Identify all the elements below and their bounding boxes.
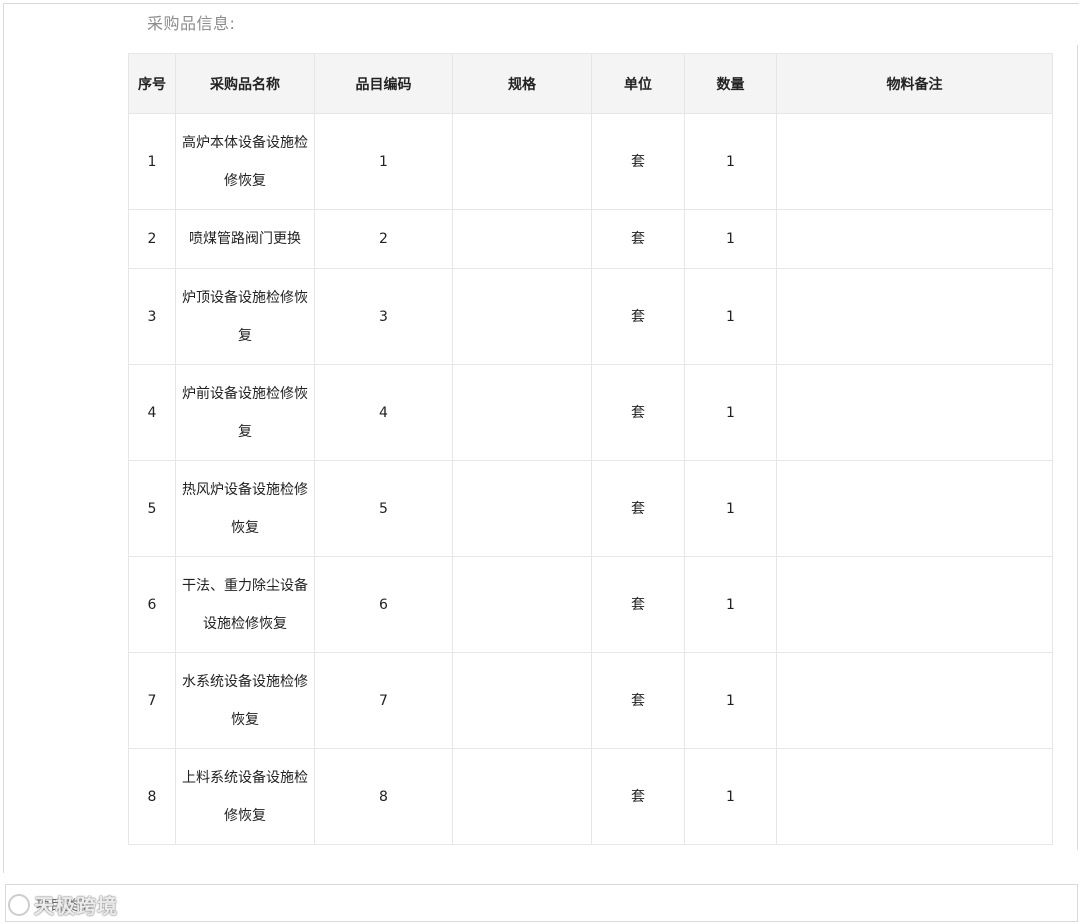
cell-qty: 1 xyxy=(684,652,777,749)
cell-note xyxy=(776,113,1053,210)
watermark-text: 天极跨境 xyxy=(34,894,118,918)
cell-note xyxy=(776,364,1053,461)
table-row: 6 干法、重力除尘设备设施检修恢复 6 套 1 xyxy=(128,556,1053,653)
table-row: 3 炉顶设备设施检修恢复 3 套 1 xyxy=(128,268,1053,365)
cell-name-text: 炉前设备设施检修恢复 xyxy=(182,385,308,440)
table-row: 8 上料系统设备设施检修恢复 8 套 1 xyxy=(128,748,1053,845)
cell-name: 高炉本体设备设施检修恢复 xyxy=(175,113,315,210)
cell-unit: 套 xyxy=(591,652,685,749)
cell-note xyxy=(776,556,1053,653)
cell-unit: 套 xyxy=(591,113,685,210)
frame-right-border xyxy=(1077,45,1078,850)
purchase-items-table: 序号 采购品名称 品目编码 规格 单位 数量 物料备注 1 高炉本体设备设施检修… xyxy=(128,53,1053,845)
table-row: 7 水系统设备设施检修恢复 7 套 1 xyxy=(128,652,1053,749)
cell-name-text: 水系统设备设施检修恢复 xyxy=(182,673,308,728)
cell-name-text: 喷煤管路阀门更换 xyxy=(189,231,301,247)
cell-note xyxy=(776,209,1053,269)
cell-note xyxy=(776,460,1053,557)
cell-spec xyxy=(452,364,592,461)
header-unit: 单位 xyxy=(591,53,685,114)
header-note: 物料备注 xyxy=(776,53,1053,114)
header-spec: 规格 xyxy=(452,53,592,114)
watermark: 天极跨境 xyxy=(8,890,118,919)
swirl-logo-icon xyxy=(8,893,30,916)
cell-note xyxy=(776,652,1053,749)
table-row: 2 喷煤管路阀门更换 2 套 1 xyxy=(128,209,1053,269)
cell-code: 6 xyxy=(314,556,453,653)
cell-no: 2 xyxy=(128,209,176,269)
cell-name-text: 炉顶设备设施检修恢复 xyxy=(182,289,308,344)
cell-name: 炉前设备设施检修恢复 xyxy=(175,364,315,461)
cell-code: 1 xyxy=(314,113,453,210)
cell-unit: 套 xyxy=(591,209,685,269)
cell-unit: 套 xyxy=(591,748,685,845)
cell-qty: 1 xyxy=(684,113,777,210)
header-qty: 数量 xyxy=(684,53,777,114)
project-category-bar: 项目类别 xyxy=(5,884,1078,922)
cell-spec xyxy=(452,268,592,365)
cell-unit: 套 xyxy=(591,460,685,557)
cell-name: 热风炉设备设施检修恢复 xyxy=(175,460,315,557)
cell-name: 炉顶设备设施检修恢复 xyxy=(175,268,315,365)
cell-note xyxy=(776,268,1053,365)
cell-spec xyxy=(452,748,592,845)
cell-code: 5 xyxy=(314,460,453,557)
cell-no: 8 xyxy=(128,748,176,845)
header-code: 品目编码 xyxy=(314,53,453,114)
cell-code: 7 xyxy=(314,652,453,749)
cell-unit: 套 xyxy=(591,556,685,653)
cell-name: 干法、重力除尘设备设施检修恢复 xyxy=(175,556,315,653)
cell-spec xyxy=(452,113,592,210)
cell-spec xyxy=(452,209,592,269)
cell-unit: 套 xyxy=(591,268,685,365)
cell-name-text: 干法、重力除尘设备设施检修恢复 xyxy=(182,577,308,632)
cell-name-text: 上料系统设备设施检修恢复 xyxy=(182,769,308,824)
table-row: 4 炉前设备设施检修恢复 4 套 1 xyxy=(128,364,1053,461)
cell-no: 1 xyxy=(128,113,176,210)
header-name: 采购品名称 xyxy=(175,53,315,114)
cell-spec xyxy=(452,556,592,653)
cell-note xyxy=(776,748,1053,845)
cell-name: 喷煤管路阀门更换 xyxy=(175,209,315,269)
cell-name: 水系统设备设施检修恢复 xyxy=(175,652,315,749)
cell-no: 7 xyxy=(128,652,176,749)
cell-no: 6 xyxy=(128,556,176,653)
cell-spec xyxy=(452,460,592,557)
cell-qty: 1 xyxy=(684,748,777,845)
table-row: 5 热风炉设备设施检修恢复 5 套 1 xyxy=(128,460,1053,557)
cell-code: 2 xyxy=(314,209,453,269)
table-header-row: 序号 采购品名称 品目编码 规格 单位 数量 物料备注 xyxy=(128,53,1053,114)
cell-no: 5 xyxy=(128,460,176,557)
cell-qty: 1 xyxy=(684,209,777,269)
cell-code: 4 xyxy=(314,364,453,461)
cell-qty: 1 xyxy=(684,460,777,557)
cell-name-text: 高炉本体设备设施检修恢复 xyxy=(182,134,308,189)
cell-unit: 套 xyxy=(591,364,685,461)
cell-no: 3 xyxy=(128,268,176,365)
cell-code: 3 xyxy=(314,268,453,365)
section-title: 采购品信息: xyxy=(147,14,236,33)
cell-qty: 1 xyxy=(684,268,777,365)
cell-qty: 1 xyxy=(684,364,777,461)
table-row: 1 高炉本体设备设施检修恢复 1 套 1 xyxy=(128,113,1053,210)
cell-code: 8 xyxy=(314,748,453,845)
cell-name: 上料系统设备设施检修恢复 xyxy=(175,748,315,845)
cell-qty: 1 xyxy=(684,556,777,653)
header-no: 序号 xyxy=(128,53,176,114)
cell-name-text: 热风炉设备设施检修恢复 xyxy=(182,481,308,536)
cell-spec xyxy=(452,652,592,749)
cell-no: 4 xyxy=(128,364,176,461)
